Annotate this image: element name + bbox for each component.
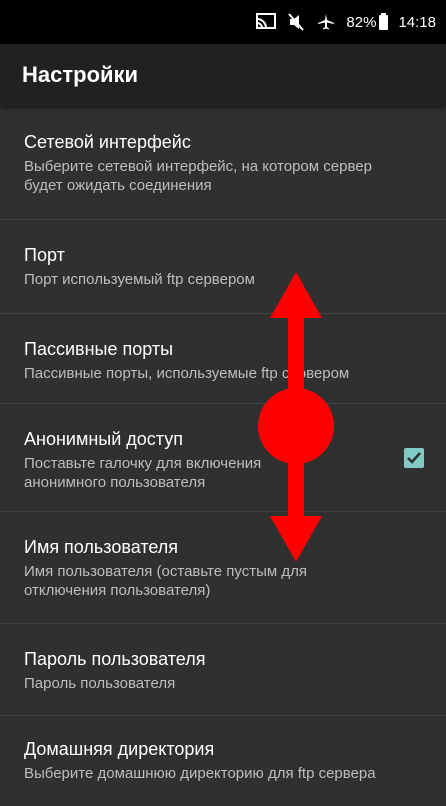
battery-indicator: 82%: [346, 12, 389, 31]
setting-summary: Пароль пользователя: [24, 675, 176, 692]
mute-icon: [286, 12, 306, 32]
setting-passive-ports[interactable]: Пассивные порты Пассивные порты, использ…: [0, 314, 446, 404]
status-bar: 82% 14:18: [0, 0, 446, 44]
setting-summary: Выберите домашнюю директорию для ftp сер…: [24, 765, 376, 782]
battery-percent: 82%: [346, 13, 377, 31]
setting-user-password[interactable]: Пароль пользователя Пароль пользователя: [0, 624, 446, 716]
setting-title: Сетевой интерфейс: [24, 132, 191, 152]
setting-home-directory[interactable]: Домашняя директория Выберите домашнюю ди…: [0, 716, 446, 806]
setting-title: Пароль пользователя: [24, 649, 206, 669]
setting-summary: Пассивные порты, используемые ftp сервер…: [24, 365, 350, 382]
setting-summary: Имя пользователя (оставьте пустым для от…: [24, 563, 307, 599]
anonymous-access-checkbox[interactable]: [404, 447, 424, 468]
setting-title: Домашняя директория: [24, 739, 215, 759]
page-title: Настройки: [22, 62, 139, 87]
check-icon: [407, 451, 421, 464]
setting-summary: Порт используемый ftp сервером: [24, 271, 255, 288]
setting-title: Имя пользователя: [24, 537, 179, 557]
setting-port[interactable]: Порт Порт используемый ftp сервером: [0, 220, 446, 314]
setting-anonymous-access[interactable]: Анонимный доступ Поставьте галочку для в…: [0, 404, 446, 512]
app-toolbar: Настройки: [0, 44, 446, 106]
setting-summary: Поставьте галочку для включения анонимно…: [24, 455, 262, 491]
battery-icon: [379, 12, 389, 30]
setting-title: Пассивные порты: [24, 339, 174, 359]
setting-title: Анонимный доступ: [24, 429, 183, 449]
cast-icon: [256, 12, 277, 32]
setting-summary: Выберите сетевой интерфейс, на котором с…: [24, 158, 372, 194]
setting-network-interface[interactable]: Сетевой интерфейс Выберите сетевой интер…: [0, 106, 446, 220]
clock: 14:18: [398, 13, 436, 31]
settings-list[interactable]: Сетевой интерфейс Выберите сетевой интер…: [0, 106, 446, 806]
setting-username[interactable]: Имя пользователя Имя пользователя (остав…: [0, 512, 446, 624]
airplane-icon: [316, 12, 336, 32]
setting-title: Порт: [24, 245, 65, 265]
